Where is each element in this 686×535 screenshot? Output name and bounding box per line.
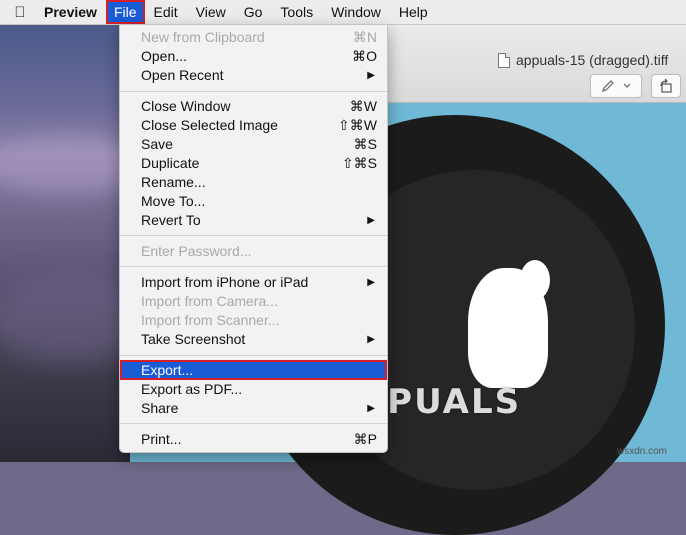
menu-item-rename[interactable]: Rename... [120, 173, 387, 192]
menu-item-enter-password: Enter Password... [141, 243, 252, 259]
menu-item-open-recent[interactable]: Open Recent ▶ [120, 66, 387, 85]
menu-item-export-as-pdf[interactable]: Export as PDF... [120, 380, 387, 399]
desktop-wallpaper [0, 24, 150, 462]
document-icon [498, 52, 510, 68]
menu-item-duplicate[interactable]: Duplicate ⇧⌘S [120, 154, 387, 173]
menu-go[interactable]: Go [235, 0, 272, 24]
rotate-icon [660, 79, 672, 93]
menu-edit[interactable]: Edit [145, 0, 187, 24]
menu-separator [120, 235, 387, 236]
submenu-arrow-icon: ▶ [367, 403, 375, 414]
rotate-button[interactable] [651, 74, 681, 98]
apple-logo-icon[interactable]:  [0, 4, 40, 21]
submenu-arrow-icon: ▶ [367, 70, 375, 81]
menu-file[interactable]: File [105, 0, 145, 24]
submenu-arrow-icon: ▶ [367, 215, 375, 226]
menu-separator [120, 266, 387, 267]
menu-item-open[interactable]: Open... ⌘O [120, 47, 387, 66]
markup-button[interactable] [590, 74, 642, 98]
menu-separator [120, 355, 387, 356]
window-title: appuals-15 (dragged).tiff [498, 52, 668, 68]
menu-item-share[interactable]: Share ▶ [120, 399, 387, 418]
menu-separator [120, 423, 387, 424]
file-menu-dropdown: New from Clipboard ⌘N Open... ⌘O Open Re… [119, 24, 388, 453]
menu-item-close-selected-image[interactable]: Close Selected Image ⇧⌘W [120, 116, 387, 135]
menu-item-revert-to[interactable]: Revert To ▶ [120, 211, 387, 230]
source-credit: wsxdn.com [617, 446, 668, 457]
markup-pen-icon [602, 80, 614, 92]
app-menu-preview[interactable]: Preview [40, 0, 106, 24]
menu-item-import-from-camera: Import from Camera... [141, 293, 278, 309]
menu-tools[interactable]: Tools [271, 0, 322, 24]
menu-item-close-window[interactable]: Close Window ⌘W [120, 97, 387, 116]
menu-window[interactable]: Window [322, 0, 390, 24]
menu-item-import-from-iphone[interactable]: Import from iPhone or iPad ▶ [120, 273, 387, 292]
submenu-arrow-icon: ▶ [367, 277, 375, 288]
menu-view[interactable]: View [187, 0, 235, 24]
menu-item-import-from-scanner: Import from Scanner... [141, 312, 280, 328]
menu-bar:  Preview File Edit View Go Tools Window… [0, 0, 686, 25]
window-title-text: appuals-15 (dragged).tiff [516, 52, 669, 68]
image-white-shape [520, 260, 550, 300]
chevron-down-icon [623, 83, 631, 88]
menu-item-export[interactable]: Export... [120, 360, 387, 380]
menu-help[interactable]: Help [390, 0, 437, 24]
menu-item-take-screenshot[interactable]: Take Screenshot ▶ [120, 330, 387, 349]
menu-item-print[interactable]: Print... ⌘P [120, 430, 387, 449]
menu-item-move-to[interactable]: Move To... [120, 192, 387, 211]
menu-separator [120, 91, 387, 92]
submenu-arrow-icon: ▶ [367, 334, 375, 345]
menu-item-new-from-clipboard: New from Clipboard ⌘N [141, 29, 377, 45]
menu-item-save[interactable]: Save ⌘S [120, 135, 387, 154]
